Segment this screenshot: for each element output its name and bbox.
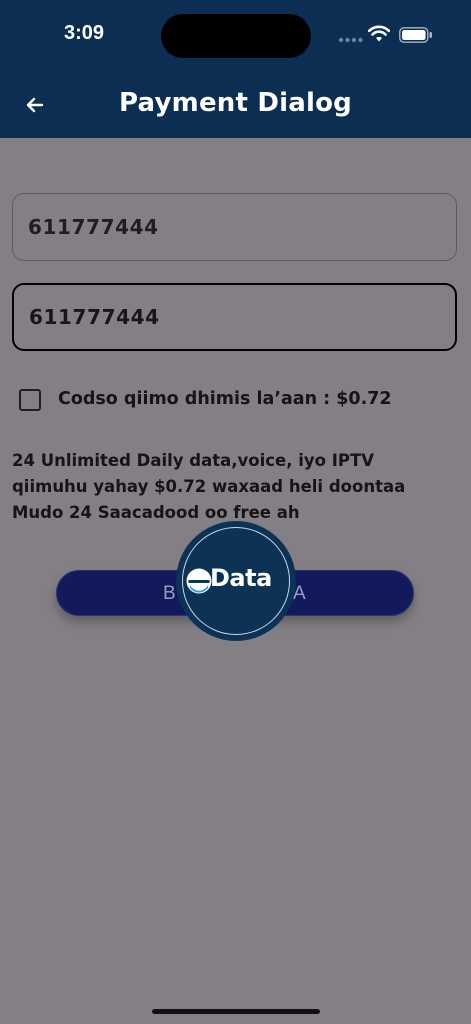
battery-icon (399, 27, 432, 43)
signal-icon (338, 37, 363, 43)
wifi-icon (368, 25, 390, 42)
discount-checkbox[interactable] (19, 389, 41, 411)
offer-description-line: 24 Unlimited Daily data,voice, iyo IPTV (12, 451, 375, 470)
page-title: Payment Dialog (119, 88, 352, 118)
loading-indicator: Data (176, 521, 296, 641)
offer-description-line: qiimuhu yahay $0.72 waxaad heli doontaa (12, 477, 406, 496)
buy-button-label-left: B (163, 583, 176, 604)
offer-description: 24 Unlimited Daily data,voice, iyo IPTV … (12, 448, 462, 526)
phone-number-field[interactable]: 611777444 (12, 193, 457, 261)
status-time: 3:09 (64, 22, 105, 44)
logo-text: Data (210, 564, 272, 592)
home-indicator[interactable] (152, 1009, 320, 1014)
app-bar: 3:09 Payment Dialog (0, 0, 471, 138)
confirm-phone-number-field[interactable]: 611777444 (12, 283, 457, 351)
discount-checkbox-label: Codso qiimo dhimis la’aan : $0.72 (58, 389, 392, 409)
dynamic-island (161, 14, 311, 58)
